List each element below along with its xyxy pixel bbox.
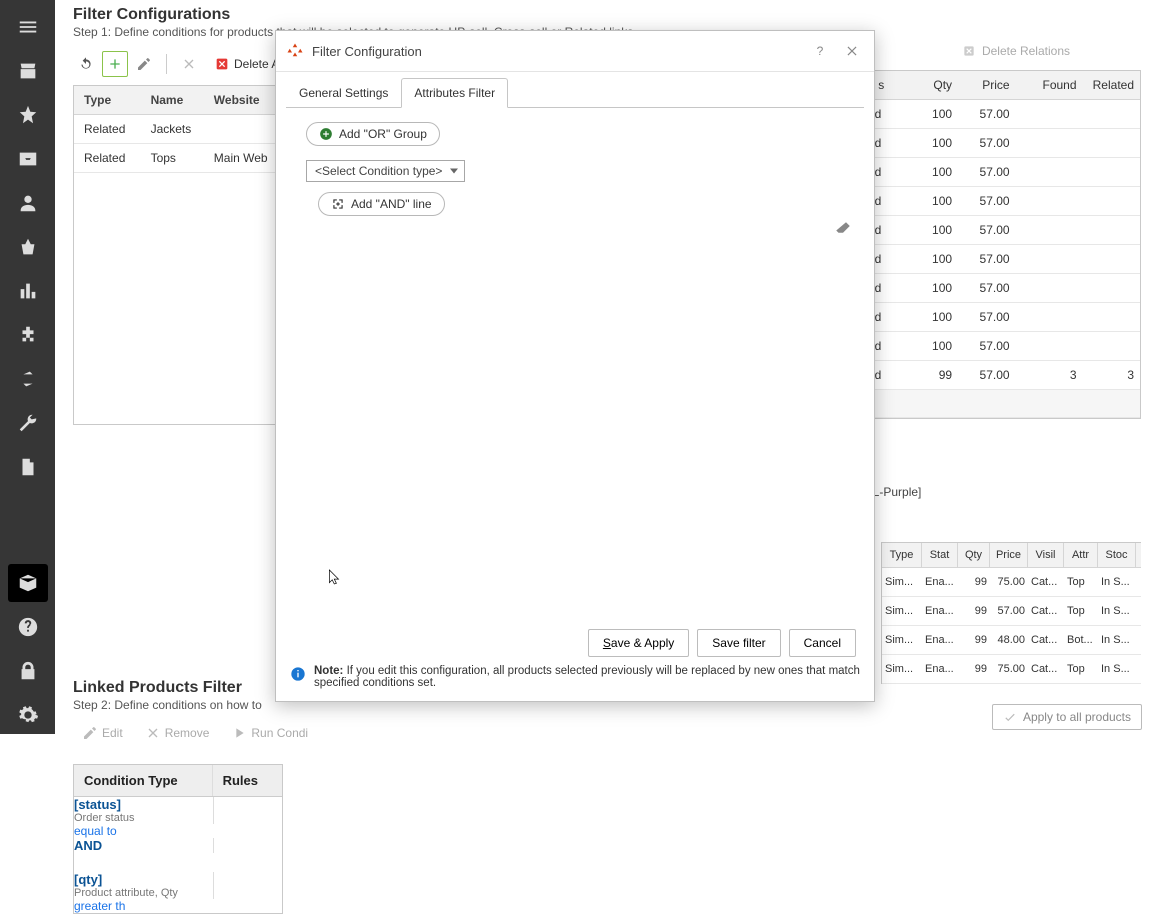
results-row[interactable]: ed10057.00 (862, 100, 1140, 129)
nav-user-icon[interactable] (8, 184, 48, 222)
product-row[interactable]: Sim...Ena...9957.00Cat...TopIn S... (882, 597, 1141, 626)
results-row[interactable]: ed10057.00 (862, 129, 1140, 158)
results-row[interactable]: ed10057.00 (862, 245, 1140, 274)
sidebar (0, 0, 55, 734)
apply-all-button[interactable]: Apply to all products (992, 704, 1142, 730)
results-row[interactable]: ed10057.00 (862, 216, 1140, 245)
linked-product-code: 8-XL-Purple] (852, 479, 1142, 505)
page-title: Filter Configurations (73, 6, 1142, 24)
modal-close-button[interactable] (840, 39, 864, 63)
add-button[interactable] (102, 51, 128, 77)
brand-icon (286, 42, 304, 60)
linked-remove-button[interactable]: Remove (136, 720, 219, 746)
add-and-line-button[interactable]: Add "AND" line (318, 192, 445, 216)
col-price[interactable]: Price (958, 71, 1016, 99)
nav-basket-icon[interactable] (8, 228, 48, 266)
results-row[interactable]: ed9957.0033 (862, 361, 1140, 390)
results-row[interactable]: ed10057.00 (862, 303, 1140, 332)
refresh-button[interactable] (73, 51, 99, 77)
filter-config-modal: Filter Configuration ? General Settings … (275, 30, 875, 702)
nav-transfer-icon[interactable] (8, 360, 48, 398)
condition-row-and[interactable]: AND (74, 838, 282, 872)
col-related[interactable]: Related (1083, 71, 1141, 99)
linked-run-button[interactable]: Run Condi (222, 720, 317, 746)
col-website[interactable]: Website (204, 86, 282, 114)
nav-help-icon[interactable] (8, 608, 48, 646)
nav-star-icon[interactable] (8, 96, 48, 134)
tab-attributes-filter[interactable]: Attributes Filter (401, 78, 508, 108)
delete-relations-button[interactable]: Delete Relations (962, 44, 1070, 58)
filter-row[interactable]: Related Jackets (74, 115, 282, 144)
nav-inbox-icon[interactable] (8, 140, 48, 178)
col-rules[interactable]: Rules (213, 765, 282, 796)
product-row[interactable]: Sim...Ena...9975.00Cat...TopIn S... (882, 568, 1141, 597)
nav-gear-icon[interactable] (8, 696, 48, 734)
modal-note: Note: If you edit this configuration, al… (286, 661, 864, 693)
save-filter-button[interactable]: Save filter (697, 629, 780, 657)
results-row[interactable]: ed10057.00 (862, 158, 1140, 187)
nav-menu-icon[interactable] (8, 8, 48, 46)
modal-title: Filter Configuration (312, 44, 800, 59)
nav-store-icon[interactable] (8, 52, 48, 90)
add-or-group-button[interactable]: Add "OR" Group (306, 122, 440, 146)
cancel-button[interactable]: Cancel (789, 629, 856, 657)
results-grid: s Qty Price Found Related ed10057.00ed10… (861, 70, 1141, 419)
nav-wrench-icon[interactable] (8, 404, 48, 442)
product-row[interactable]: Sim...Ena...9948.00Cat...Bot...In S... (882, 626, 1141, 655)
linked-section: Linked Products Filter Step 2: Define co… (73, 679, 317, 914)
conditions-grid: Condition Type Rules [status]Order statu… (73, 764, 283, 914)
condition-row[interactable]: [qty]Product attribute, Qty greater th (74, 872, 282, 913)
col-type[interactable]: Type (74, 86, 141, 114)
edit-button[interactable] (131, 51, 157, 77)
delete-button[interactable] (176, 51, 202, 77)
info-icon (290, 666, 306, 682)
col-name[interactable]: Name (141, 86, 204, 114)
results-row[interactable]: ed10057.00 (862, 332, 1140, 361)
nav-docs-icon[interactable] (8, 448, 48, 486)
results-row[interactable]: ed10057.00 (862, 274, 1140, 303)
nav-box-icon[interactable] (8, 564, 48, 602)
nav-chart-icon[interactable] (8, 272, 48, 310)
condition-row[interactable]: [status]Order status equal to (74, 797, 282, 838)
nav-puzzle-icon[interactable] (8, 316, 48, 354)
col-condition-type[interactable]: Condition Type (74, 765, 213, 796)
modal-help-button[interactable]: ? (808, 39, 832, 63)
product-table: Type Stat Qty Price Visil Attr Stoc Sim.… (881, 542, 1141, 684)
condition-type-select[interactable]: <Select Condition type> (306, 160, 465, 182)
tab-general-settings[interactable]: General Settings (286, 78, 401, 108)
results-row[interactable]: ed10057.00 (862, 187, 1140, 216)
col-found[interactable]: Found (1016, 71, 1083, 99)
filter-grid: Type Name Website Related Jackets Relate… (73, 85, 283, 425)
linked-edit-button[interactable]: Edit (73, 720, 132, 746)
col-qty[interactable]: Qty (901, 71, 959, 99)
eraser-icon[interactable] (834, 220, 852, 241)
nav-lock-icon[interactable] (8, 652, 48, 690)
save-apply-button[interactable]: Save & Apply (588, 629, 689, 657)
product-row[interactable]: Sim...Ena...9975.00Cat...TopIn S... (882, 655, 1141, 684)
filter-row[interactable]: Related Tops Main Web (74, 144, 282, 173)
